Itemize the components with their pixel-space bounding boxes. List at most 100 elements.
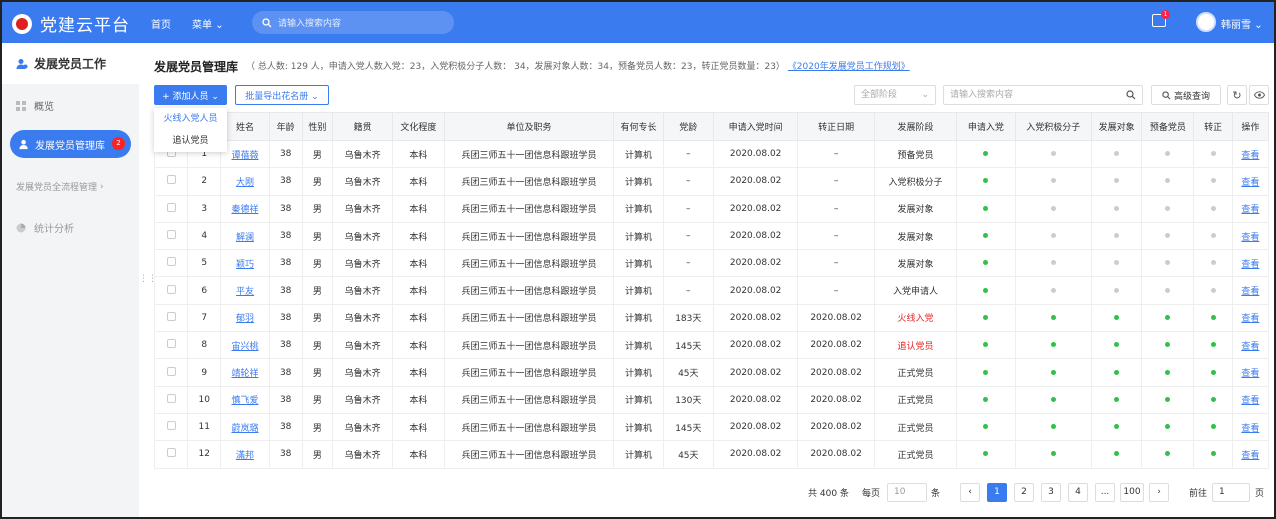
checkbox[interactable] bbox=[166, 284, 176, 294]
member-name-link[interactable]: 靖轮祥 bbox=[231, 369, 258, 379]
checkbox[interactable] bbox=[166, 366, 176, 376]
name-cell[interactable]: 宙兴桃 bbox=[220, 331, 270, 360]
member-name-link[interactable]: 慎飞爱 bbox=[231, 396, 258, 406]
row-checkbox[interactable] bbox=[153, 167, 189, 196]
name-cell[interactable]: 秦德祥 bbox=[220, 194, 270, 223]
avatar[interactable] bbox=[1196, 12, 1216, 32]
action-cell[interactable]: 查看 bbox=[1231, 276, 1270, 305]
checkbox[interactable] bbox=[166, 311, 176, 321]
row-checkbox[interactable] bbox=[153, 303, 189, 333]
advanced-search-button[interactable]: 高级查询 bbox=[1151, 85, 1221, 105]
name-cell[interactable]: 颖巧 bbox=[220, 249, 270, 278]
view-link[interactable]: 查看 bbox=[1241, 205, 1259, 215]
keyword-search-input[interactable]: 请输入搜索内容 bbox=[943, 85, 1143, 105]
action-cell[interactable]: 查看 bbox=[1231, 139, 1270, 169]
next-page-button[interactable]: › bbox=[1149, 483, 1169, 502]
refresh-icon[interactable]: ↻ bbox=[1227, 85, 1247, 105]
dropdown-item-frontline[interactable]: 火线入党人员 bbox=[154, 108, 227, 130]
action-cell[interactable]: 查看 bbox=[1231, 358, 1270, 387]
row-checkbox[interactable] bbox=[153, 194, 189, 223]
global-search-input[interactable]: 请输入搜索内容 bbox=[252, 11, 454, 34]
checkbox[interactable] bbox=[166, 230, 176, 240]
checkbox[interactable] bbox=[166, 202, 176, 212]
dropdown-item-posthumous[interactable]: 追认党员 bbox=[154, 130, 227, 152]
row-checkbox[interactable] bbox=[153, 249, 189, 278]
view-link[interactable]: 查看 bbox=[1241, 260, 1259, 270]
checkbox[interactable] bbox=[166, 421, 176, 431]
view-link[interactable]: 查看 bbox=[1241, 369, 1259, 379]
per-page-input[interactable]: 10 bbox=[887, 483, 927, 502]
member-name-link[interactable]: 蔚岚璐 bbox=[231, 424, 258, 434]
member-name-link[interactable]: 颖巧 bbox=[236, 260, 254, 270]
row-checkbox[interactable] bbox=[153, 440, 189, 469]
action-cell[interactable]: 查看 bbox=[1231, 221, 1270, 251]
view-link[interactable]: 查看 bbox=[1241, 314, 1259, 324]
nav-menu[interactable]: 菜单 ⌄ bbox=[192, 16, 224, 31]
stage-select[interactable]: 全部阶段 ⌄ bbox=[854, 85, 936, 105]
row-checkbox[interactable] bbox=[153, 331, 189, 360]
checkbox[interactable] bbox=[166, 175, 176, 185]
action-cell[interactable]: 查看 bbox=[1231, 249, 1270, 278]
page-button-2[interactable]: 2 bbox=[1014, 483, 1034, 502]
checkbox[interactable] bbox=[166, 257, 176, 267]
row-checkbox[interactable] bbox=[153, 358, 189, 387]
name-cell[interactable]: 郁羽 bbox=[220, 303, 270, 333]
action-cell[interactable]: 查看 bbox=[1231, 194, 1270, 223]
checkbox[interactable] bbox=[166, 448, 176, 458]
name-cell[interactable]: 慎飞爱 bbox=[220, 385, 270, 414]
goto-page-input[interactable]: 1 bbox=[1212, 483, 1250, 502]
view-link[interactable]: 查看 bbox=[1241, 151, 1259, 161]
member-name-link[interactable]: 谭蓓薇 bbox=[231, 151, 258, 161]
action-cell[interactable]: 查看 bbox=[1231, 303, 1270, 333]
row-checkbox[interactable] bbox=[153, 412, 189, 442]
sidebar-resize-handle[interactable]: ⋮⋮ bbox=[139, 274, 157, 294]
page-ellipsis[interactable]: ... bbox=[1095, 483, 1115, 502]
view-link[interactable]: 查看 bbox=[1241, 342, 1259, 352]
member-name-link[interactable]: 平友 bbox=[236, 287, 254, 297]
row-checkbox[interactable] bbox=[153, 221, 189, 251]
member-name-link[interactable]: 解澜 bbox=[236, 233, 254, 243]
view-link[interactable]: 查看 bbox=[1241, 178, 1259, 188]
export-roster-button[interactable]: 批量导出花名册 ⌄ bbox=[235, 85, 329, 105]
add-member-button[interactable]: + 添加人员 ⌄ bbox=[154, 85, 227, 105]
search-icon[interactable] bbox=[1126, 90, 1136, 100]
action-cell[interactable]: 查看 bbox=[1231, 412, 1270, 442]
page-button-3[interactable]: 3 bbox=[1041, 483, 1061, 502]
member-name-link[interactable]: 秦德祥 bbox=[231, 205, 258, 215]
action-cell[interactable]: 查看 bbox=[1231, 331, 1270, 360]
name-cell[interactable]: 谭蓓薇 bbox=[220, 139, 270, 169]
name-cell[interactable]: 解澜 bbox=[220, 221, 270, 251]
name-cell[interactable]: 滿邦 bbox=[220, 440, 270, 469]
view-link[interactable]: 查看 bbox=[1241, 233, 1259, 243]
action-cell[interactable]: 查看 bbox=[1231, 167, 1270, 196]
view-link[interactable]: 查看 bbox=[1241, 424, 1259, 434]
sidebar-item-statistics[interactable]: 统计分析 bbox=[16, 220, 74, 235]
view-link[interactable]: 查看 bbox=[1241, 287, 1259, 297]
checkbox[interactable] bbox=[166, 393, 176, 403]
name-cell[interactable]: 蔚岚璐 bbox=[220, 412, 270, 442]
app-logo[interactable]: 党建云平台 bbox=[12, 11, 130, 36]
page-button-100[interactable]: 100 bbox=[1120, 483, 1144, 502]
view-link[interactable]: 查看 bbox=[1241, 451, 1259, 461]
action-cell[interactable]: 查看 bbox=[1231, 385, 1270, 414]
member-name-link[interactable]: 郁羽 bbox=[236, 314, 254, 324]
action-cell[interactable]: 查看 bbox=[1231, 440, 1270, 469]
member-name-link[interactable]: 宙兴桃 bbox=[231, 342, 258, 352]
prev-page-button[interactable]: ‹ bbox=[960, 483, 980, 502]
user-menu[interactable]: 韩丽雪 ⌄ bbox=[1221, 16, 1263, 31]
page-button-4[interactable]: 4 bbox=[1068, 483, 1088, 502]
member-name-link[interactable]: 滿邦 bbox=[236, 451, 254, 461]
row-checkbox[interactable] bbox=[153, 276, 189, 305]
sidebar-item-dev-member-library[interactable]: 发展党员管理库 2 bbox=[10, 130, 131, 158]
nav-home[interactable]: 首页 bbox=[151, 16, 171, 31]
checkbox[interactable] bbox=[166, 339, 176, 349]
sidebar-item-overview[interactable]: 概览 bbox=[16, 98, 54, 113]
name-cell[interactable]: 平友 bbox=[220, 276, 270, 305]
page-button-1[interactable]: 1 bbox=[987, 483, 1007, 502]
row-checkbox[interactable] bbox=[153, 385, 189, 414]
name-cell[interactable]: 大刚 bbox=[220, 167, 270, 196]
name-cell[interactable]: 靖轮祥 bbox=[220, 358, 270, 387]
eye-icon[interactable] bbox=[1249, 85, 1269, 105]
member-name-link[interactable]: 大刚 bbox=[236, 178, 254, 188]
plan-link[interactable]: 《2020年发展党员工作规划》 bbox=[788, 62, 910, 72]
